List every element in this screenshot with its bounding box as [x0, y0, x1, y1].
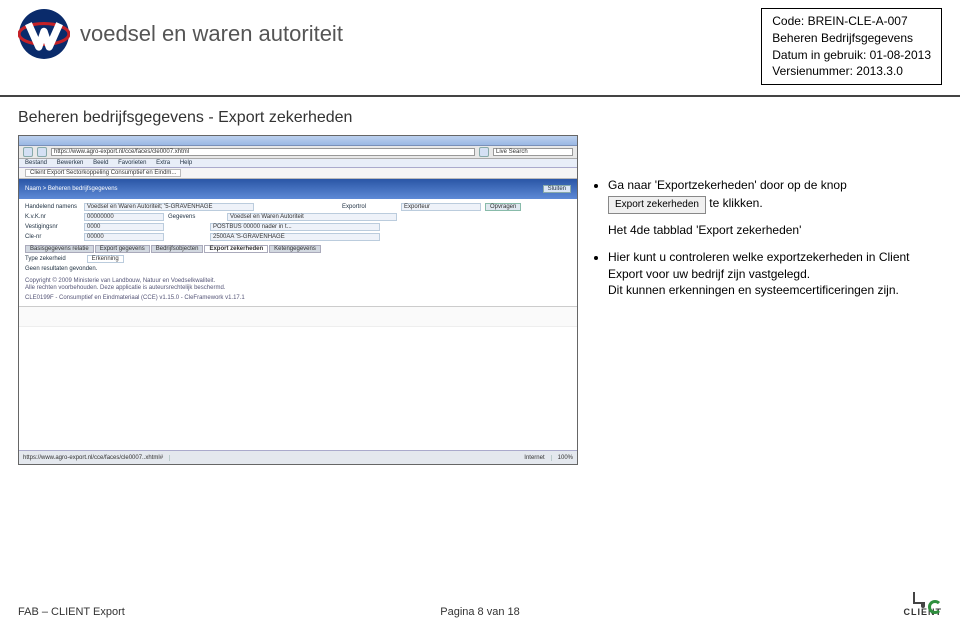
tab-zekerheden[interactable]: Export zekerheden [204, 245, 268, 253]
val-exportrol[interactable]: Exporteur [401, 203, 481, 211]
instruction-column: Ga naar 'Exportzekerheden' door op de kn… [592, 135, 942, 309]
meta-code: Code: BREIN-CLE-A-007 [772, 13, 931, 30]
tab-bedrijf[interactable]: Bedrijfsobjecten [151, 245, 204, 253]
lbl-cle: Cle-nr [25, 234, 80, 240]
lbl-kvk: K.v.K.nr [25, 214, 80, 220]
footer-page-number: Pagina 8 van 18 [440, 606, 520, 618]
logo-block: voedsel en waren autoriteit [18, 8, 343, 60]
export-zekerheden-button[interactable]: Export zekerheden [608, 196, 706, 214]
menu-help[interactable]: Help [180, 160, 192, 166]
lbl-gegevens: Gegevens [168, 214, 223, 220]
val-handelend[interactable]: Voedsel en Waren Autoriteit; '5-GRAVENHA… [84, 203, 254, 211]
val-addr1: POSTBUS 00000 nader in t... [210, 223, 380, 231]
status-zone: Internet [524, 455, 551, 461]
instr1-sub: Het 4de tabblad 'Export zekerheden' [608, 223, 801, 237]
client-logo-icon [921, 592, 925, 608]
val-vest: 0000 [84, 223, 164, 231]
menu-file[interactable]: Bestand [25, 160, 47, 166]
lbl-vest: Vestigingsnr [25, 224, 80, 230]
no-results-msg: Geen resultaten gevonden. [25, 266, 571, 272]
copyright1: Copyright © 2009 Ministerie van Landbouw… [25, 278, 571, 284]
footer-left: FAB – CLIENT Export [18, 606, 125, 618]
instruction-2: Hier kunt u controleren welke exportzeke… [608, 249, 942, 299]
app-tabs: Basisgegevens relatie Export gegevens Be… [25, 245, 571, 253]
footer-right: CLIENT [904, 594, 943, 618]
browser-statusbar: https://www.agro-export.nl/cce/faces/cle… [19, 450, 577, 464]
app-footer: Copyright © 2009 Ministerie van Landbouw… [25, 278, 571, 301]
page-footer: FAB – CLIENT Export Pagina 8 van 18 CLIE… [18, 594, 942, 618]
tab-basis[interactable]: Basisgegevens relatie [25, 245, 94, 253]
app-screenshot: https://www.agro-export.nl/cce/faces/cle… [18, 135, 578, 465]
lbl-type: Type zekerheid [25, 256, 85, 262]
refresh-button[interactable] [479, 147, 489, 157]
app-version: CLE0199F - Consumptief en Eindmateriaal … [25, 295, 571, 301]
vwa-logo-icon [18, 8, 70, 60]
opvragen-button[interactable]: Opvragen [485, 203, 521, 211]
meta-title: Beheren Bedrijfsgegevens [772, 30, 931, 47]
instr1-pre: Ga naar 'Exportzekerheden' door op de kn… [608, 178, 847, 192]
instr2-text2: Dit kunnen erkenningen en systeemcertifi… [608, 283, 899, 297]
blank-area [19, 326, 577, 464]
lbl-exportrol: Exportrol [342, 204, 397, 210]
instr2-text1: Hier kunt u controleren welke exportzeke… [608, 250, 910, 281]
browser-menu: Bestand Bewerken Beeld Favorieten Extra … [19, 159, 577, 168]
tab-export[interactable]: Export gegevens [95, 245, 150, 253]
meta-version: Versienummer: 2013.3.0 [772, 63, 931, 80]
copyright2: Alle rechten voorbehouden. Deze applicat… [25, 285, 571, 291]
form-area: Handelend namens Voedsel en Waren Autori… [19, 199, 577, 307]
org-name: voedsel en waren autoriteit [80, 21, 343, 47]
sel-type[interactable]: Erkenning [87, 255, 124, 263]
close-button[interactable]: Sluiten [543, 185, 571, 193]
address-bar[interactable]: https://www.agro-export.nl/cce/faces/cle… [51, 148, 475, 156]
browser-toolbar: https://www.agro-export.nl/cce/faces/cle… [19, 146, 577, 159]
lbl-handelend: Handelend namens [25, 204, 80, 210]
browser-tab[interactable]: Client Export Sectorkoppeling Consumptie… [25, 169, 181, 177]
instruction-1: Ga naar 'Exportzekerheden' door op de kn… [608, 177, 942, 239]
val-gegevens: Voedsel en Waren Autoriteit [227, 213, 397, 221]
menu-fav[interactable]: Favorieten [118, 160, 146, 166]
menu-view[interactable]: Beeld [93, 160, 108, 166]
menu-extra[interactable]: Extra [156, 160, 170, 166]
tab-keten[interactable]: Ketengegevens [269, 245, 321, 253]
val-kvk: 00000000 [84, 213, 164, 221]
status-url: https://www.agro-export.nl/cce/faces/cle… [23, 455, 170, 461]
instr1-post: te klikken. [709, 196, 762, 210]
status-zoom: 100% [558, 455, 573, 461]
browser-tabs: Client Export Sectorkoppeling Consumptie… [19, 168, 577, 179]
search-box[interactable]: Live Search [493, 148, 573, 156]
doc-meta-box: Code: BREIN-CLE-A-007 Beheren Bedrijfsge… [761, 8, 942, 85]
breadcrumb: Naam > Beheren bedrijfsgegevens [25, 186, 118, 192]
meta-date: Datum in gebruik: 01-08-2013 [772, 47, 931, 64]
val-addr2: 2500AA 'S-GRAVENHAGE [210, 233, 380, 241]
header-divider [0, 95, 960, 97]
forward-button[interactable] [37, 147, 47, 157]
section-title: Beheren bedrijfsgegevens - Export zekerh… [18, 109, 942, 127]
main-content-row: https://www.agro-export.nl/cce/faces/cle… [0, 135, 960, 465]
window-titlebar [19, 136, 577, 146]
app-header-bar: Naam > Beheren bedrijfsgegevens Sluiten [19, 179, 577, 199]
menu-edit[interactable]: Bewerken [57, 160, 84, 166]
val-cle: 00000 [84, 233, 164, 241]
back-button[interactable] [23, 147, 33, 157]
page-header: voedsel en waren autoriteit Code: BREIN-… [0, 0, 960, 89]
subform: Type zekerheid Erkenning [25, 256, 571, 262]
